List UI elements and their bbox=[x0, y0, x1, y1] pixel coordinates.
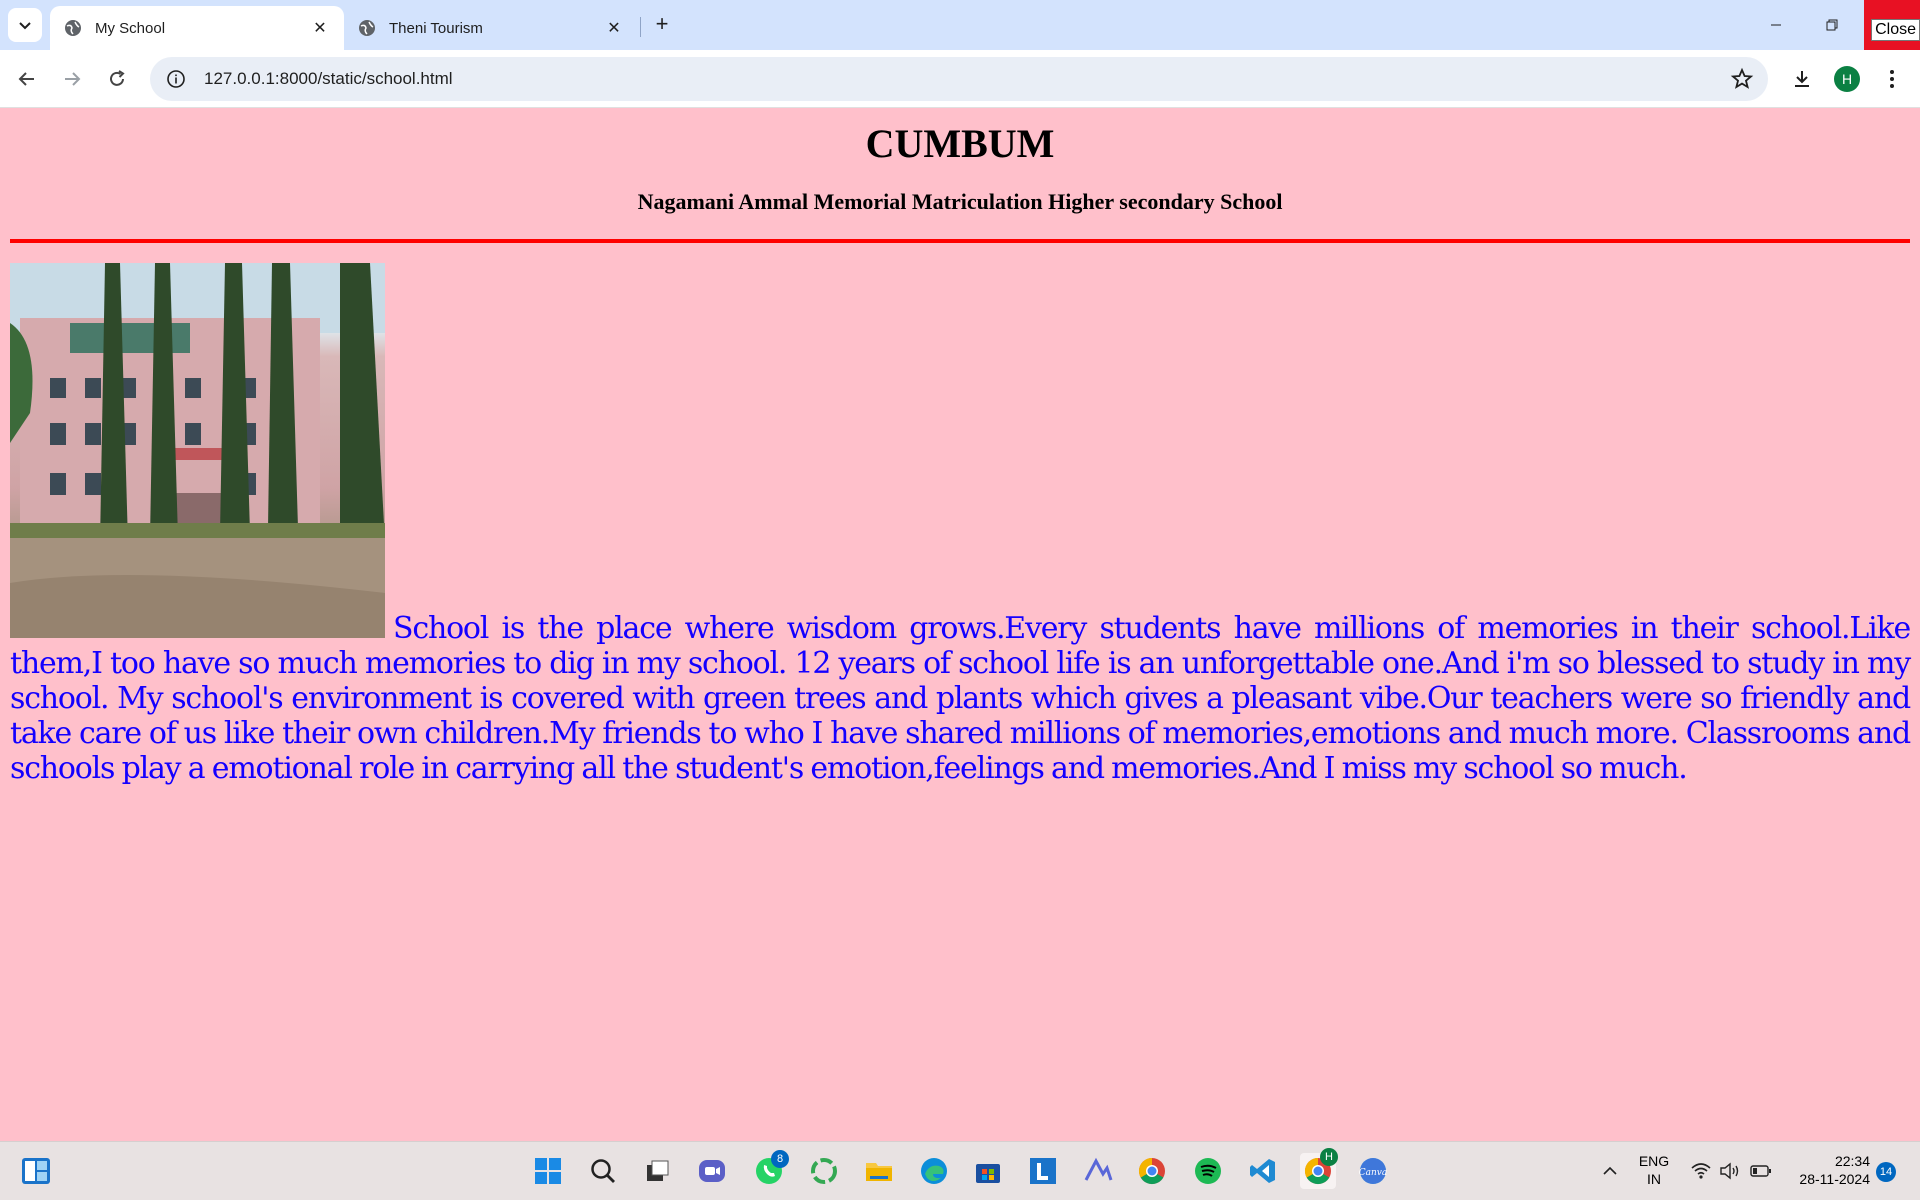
back-button[interactable] bbox=[9, 61, 45, 97]
tab-separator bbox=[640, 17, 641, 37]
web-page: CUMBUM Nagamani Ammal Memorial Matricula… bbox=[0, 108, 1920, 1141]
restore-icon bbox=[1826, 19, 1838, 31]
close-tooltip: Close bbox=[1871, 19, 1920, 41]
task-view-icon[interactable] bbox=[639, 1153, 675, 1189]
tab-my-school[interactable]: My School ✕ bbox=[50, 6, 344, 50]
clock-date: 28-11-2024 bbox=[1799, 1171, 1870, 1187]
battery-icon[interactable] bbox=[1743, 1153, 1779, 1189]
site-info-icon[interactable] bbox=[166, 69, 186, 89]
kebab-menu-icon bbox=[1890, 70, 1894, 88]
search-icon[interactable] bbox=[585, 1153, 621, 1189]
whatsapp-badge: 8 bbox=[771, 1150, 789, 1168]
minimize-button[interactable] bbox=[1748, 0, 1804, 50]
browser-toolbar: 127.0.0.1:8000/static/school.html H bbox=[0, 50, 1920, 108]
edge-icon[interactable] bbox=[916, 1153, 952, 1189]
chrome-profile-badge: H bbox=[1320, 1148, 1338, 1166]
globe-icon bbox=[65, 20, 81, 36]
arc-icon[interactable] bbox=[1080, 1153, 1116, 1189]
clock-time: 22:34 bbox=[1834, 1153, 1870, 1169]
download-icon bbox=[1795, 71, 1809, 87]
notification-badge[interactable]: 14 bbox=[1876, 1162, 1896, 1182]
canva-icon[interactable]: Canva bbox=[1355, 1153, 1391, 1189]
chevron-up-icon[interactable] bbox=[1592, 1153, 1628, 1189]
profile-avatar[interactable]: H bbox=[1834, 66, 1860, 92]
file-explorer-icon[interactable] bbox=[861, 1153, 897, 1189]
tab-theni-tourism[interactable]: Theni Tourism ✕ bbox=[344, 6, 638, 50]
vscode-icon[interactable] bbox=[1245, 1153, 1281, 1189]
spotify-icon[interactable] bbox=[1190, 1153, 1226, 1189]
windows-start-icon[interactable] bbox=[530, 1153, 566, 1189]
address-bar[interactable]: 127.0.0.1:8000/static/school.html bbox=[150, 57, 1768, 101]
clock[interactable]: 22:34 28-11-2024 bbox=[1790, 1152, 1870, 1188]
school-building-photo bbox=[10, 263, 385, 638]
tab-title: My School bbox=[95, 19, 166, 37]
tab-title: Theni Tourism bbox=[389, 19, 483, 37]
forward-button[interactable] bbox=[54, 61, 90, 97]
region-code: IN bbox=[1647, 1171, 1661, 1187]
restore-button[interactable] bbox=[1804, 0, 1860, 50]
globe-icon bbox=[359, 20, 375, 36]
minimize-icon bbox=[1771, 24, 1781, 26]
menu-button[interactable] bbox=[1874, 61, 1910, 97]
widgets-icon[interactable] bbox=[18, 1153, 54, 1189]
back-arrow-icon bbox=[18, 72, 34, 86]
close-tab-icon[interactable]: ✕ bbox=[604, 18, 624, 38]
downloads-button[interactable] bbox=[1784, 61, 1820, 97]
school-paragraph: School is the place where wisdom grows.E… bbox=[10, 263, 1911, 786]
reload-icon bbox=[110, 70, 125, 86]
language-code: ENG bbox=[1638, 1153, 1670, 1169]
tab-strip: My School ✕ Theni Tourism ✕ + Close bbox=[0, 0, 1920, 50]
close-tab-icon[interactable]: ✕ bbox=[310, 18, 330, 38]
bookmark-star-icon[interactable] bbox=[1730, 67, 1754, 91]
teams-icon[interactable] bbox=[694, 1153, 730, 1189]
tab-search-button[interactable] bbox=[8, 8, 42, 42]
chevron-down-icon bbox=[19, 22, 31, 30]
school-name: Nagamani Ammal Memorial Matriculation Hi… bbox=[637, 189, 1283, 214]
forward-arrow-icon bbox=[65, 72, 81, 86]
horizontal-rule bbox=[10, 239, 1910, 243]
reload-button[interactable] bbox=[99, 61, 135, 97]
url-text[interactable]: 127.0.0.1:8000/static/school.html bbox=[204, 69, 453, 89]
svg-text:Canva: Canva bbox=[1359, 1168, 1388, 1178]
page-title: CUMBUM bbox=[865, 121, 1055, 166]
chrome-icon[interactable] bbox=[1134, 1153, 1170, 1189]
taskbar: 8 H Canva ENG IN 22:34 28-11-2024 14 bbox=[0, 1141, 1920, 1200]
lens-app-icon[interactable] bbox=[1025, 1153, 1061, 1189]
language-indicator[interactable]: ENG IN bbox=[1637, 1152, 1671, 1188]
copilot-icon[interactable] bbox=[806, 1153, 842, 1189]
microsoft-store-icon[interactable] bbox=[970, 1153, 1006, 1189]
new-tab-button[interactable]: + bbox=[648, 10, 676, 38]
